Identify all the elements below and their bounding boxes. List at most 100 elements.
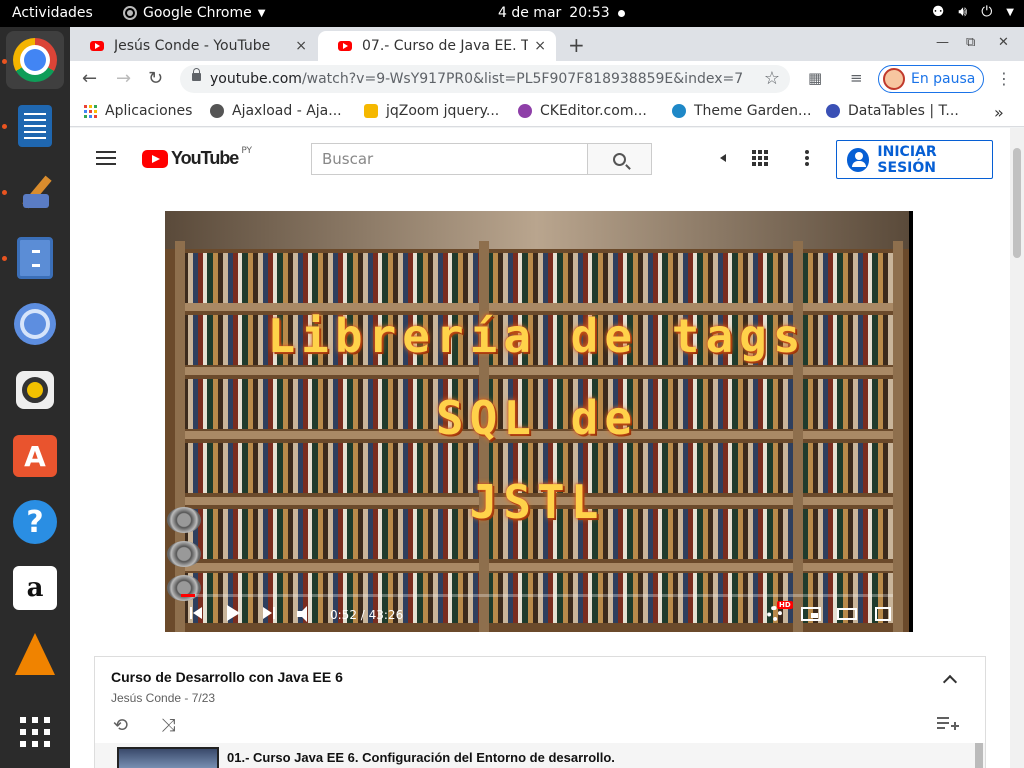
skip-next-icon (263, 607, 275, 619)
software-store-icon: A (13, 435, 57, 477)
bookmark-label: jqZoom jquery... (386, 103, 500, 119)
collapse-chevron-icon[interactable] (942, 674, 958, 690)
apps-grid-icon[interactable] (752, 150, 768, 166)
player-controls: 0:52 / 43:26 HD (165, 597, 909, 632)
dock-amazon[interactable]: a (6, 559, 64, 617)
loop-icon[interactable]: ⟲ (113, 715, 128, 736)
next-video-button[interactable] (263, 607, 275, 619)
window-close-button[interactable]: ✕ (998, 35, 1009, 50)
minimize-button[interactable]: — (936, 35, 949, 50)
rhythmbox-icon (16, 371, 54, 409)
signin-label: INICIAR SESIÓN (877, 143, 937, 176)
hd-badge: HD (777, 601, 793, 609)
dock-chromium[interactable] (6, 295, 64, 353)
country-code: PY (241, 145, 253, 156)
dock-rhythmbox[interactable] (6, 361, 64, 419)
apps-grid-icon (84, 104, 97, 118)
new-tab-button[interactable]: + (568, 33, 585, 57)
dock-image-editor[interactable] (6, 163, 64, 221)
shuffle-icon[interactable]: ⤨ (161, 715, 175, 736)
chrome-window: Jesús Conde - YouTube × 07.- Curso de Ja… (70, 27, 1024, 768)
dock-google-chrome[interactable] (6, 31, 64, 89)
bookmark-datatables[interactable]: DataTables | T... (826, 103, 959, 119)
bookmark-theme-garden[interactable]: Theme Garden... (672, 103, 811, 119)
playlist-item[interactable]: 01.- Curso Java EE 6. Configuración del … (95, 743, 985, 768)
dock-ubuntu-software[interactable]: A (6, 427, 64, 485)
save-playlist-icon[interactable] (937, 717, 959, 731)
previous-video-button[interactable] (190, 607, 202, 619)
globe-icon (210, 104, 224, 118)
dock-help[interactable]: ? (6, 493, 64, 551)
system-tray[interactable]: ⚉ 🔊︎ ⏻ ▼ (932, 4, 1014, 20)
page-scrollbar[interactable] (1010, 128, 1024, 768)
youtube-logo[interactable]: YouTube PY (142, 145, 253, 169)
mute-button[interactable] (297, 606, 315, 622)
tab-jesus-conde[interactable]: Jesús Conde - YouTube × (70, 31, 317, 61)
back-button[interactable]: ← (82, 68, 97, 89)
show-applications-button[interactable] (6, 703, 64, 761)
video-player[interactable]: Librería de tags SQL de JSTL 0:52 / 43:2… (165, 211, 913, 632)
signin-button[interactable]: INICIAR SESIÓN (836, 140, 993, 179)
reload-button[interactable]: ↻ (148, 68, 163, 89)
playlist-scrollbar[interactable] (975, 743, 983, 768)
bookmark-ajaxload[interactable]: Ajaxload - Aja... (210, 103, 342, 119)
scrollbar-thumb[interactable] (1013, 148, 1021, 258)
bookmarks-overflow-button[interactable]: » (994, 103, 1004, 122)
url-path: /watch?v=9-WsY917PR0&list=PL5F907F818938… (301, 71, 744, 87)
caret-down-icon: ▼ (1006, 6, 1014, 18)
search-input[interactable]: Buscar (311, 143, 588, 175)
skip-previous-icon (190, 607, 202, 619)
dock-document-viewer[interactable] (6, 97, 64, 155)
datatables-icon (826, 104, 840, 118)
theater-mode-button[interactable] (837, 608, 857, 620)
tab-curso-java[interactable]: 07.- Curso de Java EE. Tag × (318, 31, 556, 61)
browser-toolbar: ← → ↻ youtube.com/watch?v=9-WsY917PR0&li… (70, 61, 1024, 97)
youtube-favicon-icon (338, 41, 352, 51)
media-control-icon[interactable]: ≡ (850, 69, 863, 87)
gnome-top-bar: Actividades Google Chrome ▼ 4 de mar 20:… (0, 0, 1024, 27)
address-bar[interactable]: youtube.com/watch?v=9-WsY917PR0&list=PL5… (180, 65, 790, 93)
lock-icon (192, 68, 201, 81)
tab-title: Jesús Conde - YouTube (114, 38, 271, 54)
bookmark-aplicaciones[interactable]: Aplicaciones (84, 103, 192, 119)
video-overlay-tech: JSTL (469, 475, 605, 529)
miniplayer-button[interactable] (801, 607, 821, 621)
dock-files[interactable] (6, 229, 64, 287)
youtube-favicon-icon (90, 41, 104, 51)
miniplayer-icon (801, 607, 821, 621)
running-indicator-icon (2, 59, 7, 64)
playlist-header: Curso de Desarrollo con Java EE 6 Jesús … (95, 657, 985, 741)
settings-dots-icon[interactable] (805, 150, 809, 166)
chrome-icon (13, 38, 57, 82)
bookmark-ckeditor[interactable]: CKEditor.com... (518, 103, 647, 119)
close-icon[interactable]: × (534, 38, 546, 54)
app-menu[interactable]: Google Chrome ▼ (123, 5, 265, 21)
profile-button[interactable]: En pausa (878, 65, 984, 93)
activities-button[interactable]: Actividades (12, 5, 93, 21)
playlist-title[interactable]: Curso de Desarrollo con Java EE 6 (111, 669, 343, 685)
dock-vlc[interactable] (6, 625, 64, 683)
network-icon: ⚉ (931, 4, 945, 20)
chromium-icon (14, 303, 56, 345)
fullscreen-button[interactable] (875, 607, 891, 621)
bookmark-label: Theme Garden... (694, 103, 812, 119)
maximize-button[interactable]: ⧉ (966, 35, 975, 50)
fullscreen-icon (875, 607, 891, 621)
tab-title: 07.- Curso de Java EE. Tag (362, 38, 529, 54)
youtube-wordmark: YouTube (171, 148, 239, 168)
close-icon[interactable]: × (295, 38, 307, 54)
bookmark-label: Aplicaciones (105, 103, 193, 119)
search-button[interactable] (587, 143, 652, 175)
theme-icon (672, 104, 686, 118)
menu-icon[interactable] (96, 151, 116, 165)
play-button[interactable] (227, 605, 240, 621)
extension-icon[interactable]: ▦ (808, 69, 822, 87)
running-indicator-icon (2, 124, 7, 129)
bookmark-label: Ajaxload - Aja... (232, 103, 342, 119)
search-icon (613, 152, 626, 166)
bookmark-jqzoom[interactable]: jqZoom jquery... (364, 103, 499, 119)
bookmark-star-icon[interactable]: ☆ (764, 68, 780, 89)
clock[interactable]: 4 de mar 20:53 (498, 5, 625, 21)
forward-button[interactable]: → (116, 68, 131, 89)
chrome-menu-icon[interactable]: ⋮ (996, 69, 1012, 88)
